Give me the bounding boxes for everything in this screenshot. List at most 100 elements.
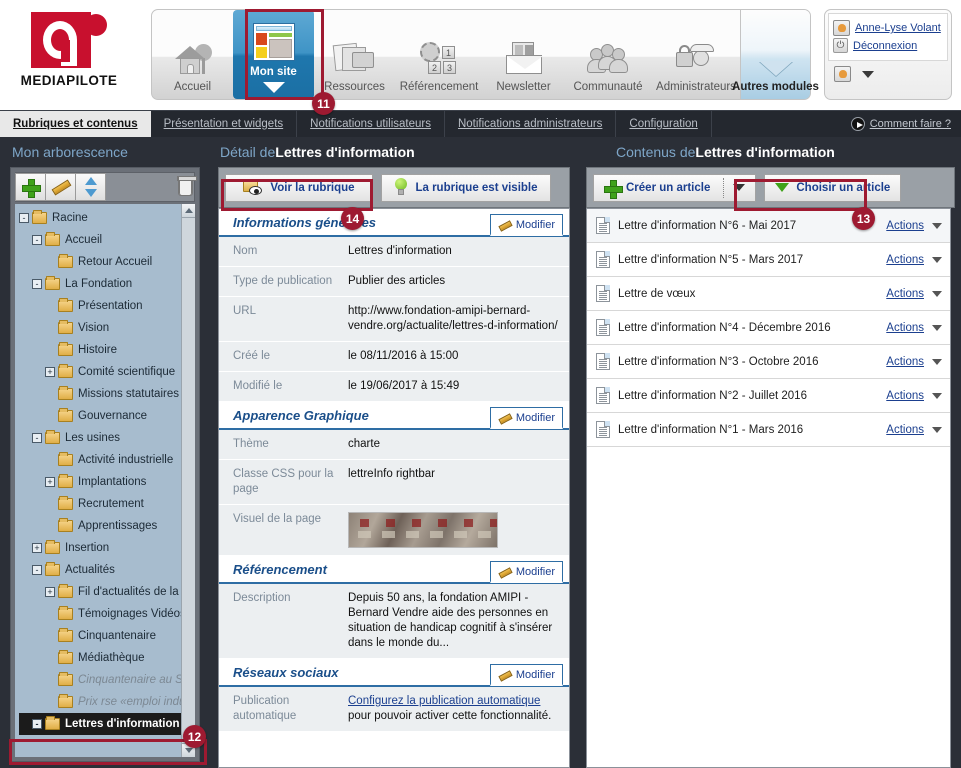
chevron-down-icon[interactable] (932, 256, 942, 263)
tree-toggle-icon[interactable]: + (45, 477, 55, 487)
article-row[interactable]: Lettre d'information N°3 - Octobre 2016 A… (587, 345, 950, 379)
article-row[interactable]: Lettre d'information N°5 - Mars 2017 Acti… (587, 243, 950, 277)
tab-rubriques-et-contenus[interactable]: Rubriques et contenus (0, 111, 151, 137)
configure-auto-publish-link[interactable]: Configurez la publication automatique (348, 695, 540, 707)
article-actions-link[interactable]: Actions (886, 390, 924, 402)
chevron-down-icon[interactable] (932, 290, 942, 297)
scroll-up-button[interactable] (182, 204, 195, 218)
logout-link[interactable]: Déconnexion (853, 40, 917, 52)
tree-node[interactable]: - Les usines (19, 427, 183, 449)
article-actions-link[interactable]: Actions (886, 356, 924, 368)
help-link[interactable]: Comment faire ? (870, 118, 951, 130)
tab-configuration[interactable]: Configuration (616, 111, 712, 137)
edit-node-button[interactable] (45, 173, 76, 201)
tree-toggle-icon[interactable]: - (19, 213, 29, 223)
chevron-down-icon[interactable] (862, 70, 874, 78)
modifier-button[interactable]: Modifier (489, 214, 563, 236)
module-mon-site[interactable]: Mon site (233, 10, 314, 99)
article-actions-link[interactable]: Actions (886, 424, 924, 436)
user-switcher[interactable] (828, 61, 948, 87)
article-actions-link[interactable]: Actions (886, 288, 924, 300)
logo-mark-icon (31, 12, 107, 68)
module-referencement[interactable]: 123 Référencement (395, 10, 483, 99)
tree-node[interactable]: - Accueil (19, 229, 183, 251)
article-row[interactable]: Lettre d'information N°6 - Mai 2017 Actio… (587, 209, 950, 243)
folder-icon (45, 430, 60, 444)
tab-presentation-et-widgets[interactable]: Présentation et widgets (151, 111, 298, 137)
tree-toggle-icon[interactable]: - (32, 235, 42, 245)
choisir-un-article-button[interactable]: Choisir un article (764, 173, 902, 202)
module-administrateurs[interactable]: Administrateurs (652, 10, 740, 99)
tree-node[interactable]: Retour Accueil (19, 251, 183, 273)
tree-toggle-icon[interactable]: + (45, 587, 55, 597)
tree-toggle-icon[interactable]: - (32, 433, 42, 443)
tree-node[interactable]: Gouvernance (19, 405, 183, 427)
tree-node[interactable]: Cinquantenaire (19, 625, 183, 647)
tree-node[interactable]: - Actualités (19, 559, 183, 581)
article-actions-link[interactable]: Actions (886, 322, 924, 334)
module-newsletter[interactable]: Newsletter (483, 10, 564, 99)
voir-la-rubrique-button[interactable]: Voir la rubrique (225, 173, 373, 202)
tree-node[interactable]: + Insertion (19, 537, 183, 559)
chevron-down-icon[interactable] (932, 324, 942, 331)
module-communaute[interactable]: Communauté (564, 10, 652, 99)
tree-node-lettres-information[interactable]: - Lettres d'information (19, 713, 183, 735)
modifier-button[interactable]: Modifier (489, 664, 563, 686)
tree-node[interactable]: Présentation (19, 295, 183, 317)
add-node-button[interactable] (15, 173, 46, 201)
logout-row[interactable]: ⏻ Déconnexion (833, 38, 943, 53)
article-row[interactable]: Lettre d'information N°1 - Mars 2016 Acti… (587, 413, 950, 447)
tree-node[interactable]: Témoignages Vidéos (19, 603, 186, 625)
tree-node[interactable]: Apprentissages (19, 515, 183, 537)
tree-node[interactable]: - Racine (19, 207, 183, 229)
tree-scrollbar[interactable] (181, 204, 195, 757)
article-actions-link[interactable]: Actions (886, 220, 924, 232)
tree-node[interactable]: Vision (19, 317, 183, 339)
tree-toggle-icon[interactable]: - (32, 279, 42, 289)
creer-un-article-button[interactable]: Créer un article (593, 173, 757, 202)
tree-node[interactable]: + Comité scientifique (19, 361, 183, 383)
tree-node[interactable]: + Fil d'actualités de la fond (19, 581, 195, 603)
delete-node-button[interactable] (177, 175, 197, 196)
module-autres-modules[interactable]: Autres modules (732, 10, 819, 99)
tree-toggle-icon[interactable]: - (32, 719, 42, 729)
chevron-down-icon[interactable] (932, 358, 942, 365)
move-node-button[interactable] (75, 173, 106, 201)
modifier-button[interactable]: Modifier (489, 407, 563, 429)
tree-node[interactable]: Médiathèque (19, 647, 183, 669)
tree-node[interactable]: - La Fondation (19, 273, 183, 295)
field-label: Thème (233, 438, 269, 450)
tree-node[interactable]: Prix rse «emploi industri (19, 691, 195, 713)
module-accueil[interactable]: Accueil (152, 10, 233, 99)
chevron-down-icon[interactable] (932, 392, 942, 399)
section-title: Référencement (233, 561, 327, 577)
tree-toggle-icon[interactable]: - (32, 565, 42, 575)
chevron-down-icon[interactable] (733, 184, 746, 191)
tree-toggle-icon[interactable]: + (32, 543, 42, 553)
button-label: Créer un article (626, 181, 711, 194)
module-ressources[interactable]: Ressources (314, 10, 395, 99)
tab-notifications-administrateurs[interactable]: Notifications administrateurs (445, 111, 617, 137)
tree-node[interactable]: Missions statutaires (19, 383, 183, 405)
article-row[interactable]: Lettre de vœux Actions (587, 277, 950, 311)
tree-toggle-icon[interactable]: + (45, 367, 55, 377)
tree-node[interactable]: Activité industrielle (19, 449, 183, 471)
help-link-wrapper[interactable]: Comment faire ? (841, 111, 961, 137)
article-row[interactable]: Lettre d'information N°2 - Juillet 2016 A… (587, 379, 950, 413)
user-account[interactable]: Anne-Lyse Volant (833, 20, 943, 36)
trash-icon (178, 175, 197, 196)
tab-notifications-utilisateurs[interactable]: Notifications utilisateurs (297, 111, 445, 137)
article-actions-link[interactable]: Actions (886, 254, 924, 266)
rubrique-visible-button[interactable]: La rubrique est visible (381, 173, 551, 202)
tree-node[interactable]: Cinquantenaire au Séna (19, 669, 195, 691)
modifier-button[interactable]: Modifier (489, 561, 563, 583)
chevron-down-icon[interactable] (932, 426, 942, 433)
chevron-down-icon[interactable] (932, 222, 942, 229)
tree-node[interactable]: Recrutement (19, 493, 183, 515)
tree-node[interactable]: Histoire (19, 339, 183, 361)
folder-icon (58, 474, 73, 488)
user-name-link[interactable]: Anne-Lyse Volant (855, 22, 941, 34)
detail-field-row: Nom Lettres d'information (219, 237, 569, 267)
article-row[interactable]: Lettre d'information N°4 - Décembre 2016… (587, 311, 950, 345)
tree-node[interactable]: + Implantations (19, 471, 183, 493)
